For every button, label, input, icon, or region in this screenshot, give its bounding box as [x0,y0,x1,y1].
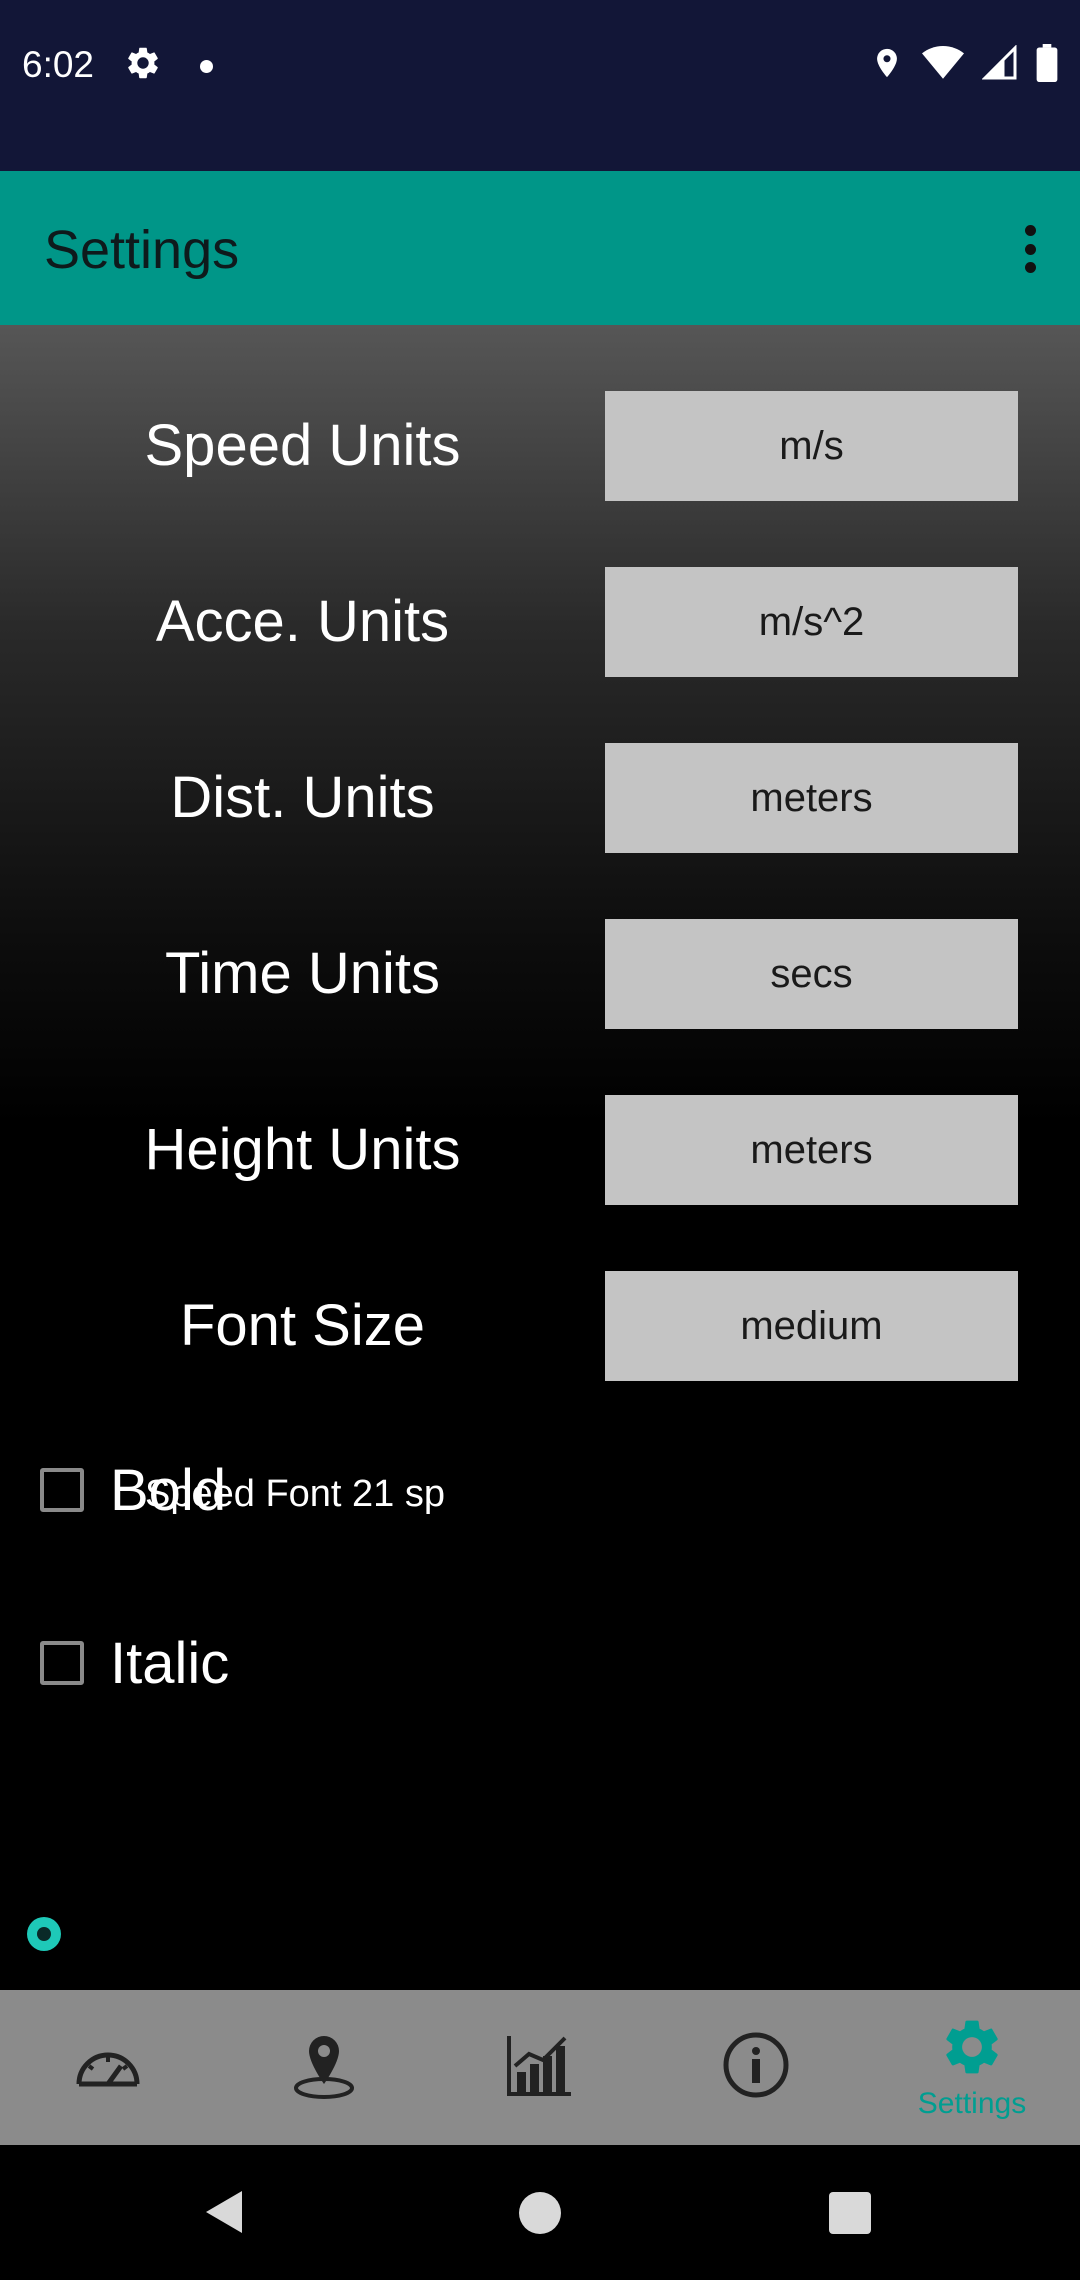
acce-units-row: Acce. Units m/s^2 [0,567,1080,677]
app-bar: Settings [0,171,1080,325]
dist-units-row: Dist. Units meters [0,743,1080,853]
height-units-label: Height Units [144,1117,461,1182]
system-nav-bar [0,2145,1080,2280]
home-icon[interactable] [519,2192,561,2234]
info-icon [722,2031,790,2104]
wifi-icon [922,45,964,86]
nav-map[interactable] [216,1990,432,2145]
nav-info[interactable] [648,1990,864,2145]
bottom-nav: Settings [0,1990,1080,2145]
nav-settings[interactable]: Settings [864,1990,1080,2145]
nav-speedometer[interactable] [0,1990,216,2145]
status-time: 6:02 [22,44,95,85]
settings-content: Speed Units m/s Acce. Units m/s^2 Dist. … [0,325,1080,1990]
time-units-label: Time Units [165,941,440,1006]
chart-icon [505,2032,575,2103]
notification-dot-icon [200,60,213,73]
gear-icon [124,44,162,87]
speed-font-slider[interactable] [27,1917,61,1951]
speedometer-icon [73,2038,143,2097]
height-units-button[interactable]: meters [605,1095,1018,1205]
gear-icon [939,2014,1005,2085]
acce-units-button[interactable]: m/s^2 [605,567,1018,677]
dist-units-label: Dist. Units [170,765,435,830]
back-icon[interactable] [202,2187,246,2242]
italic-label: Italic [110,1630,230,1696]
status-bar: 6:02 [0,0,1080,171]
map-pin-icon [291,2030,357,2105]
speed-units-button[interactable]: m/s [605,391,1018,501]
font-size-button[interactable]: medium [605,1271,1018,1381]
dist-units-button[interactable]: meters [605,743,1018,853]
overflow-menu-icon[interactable] [1010,219,1050,279]
signal-icon [981,44,1018,86]
italic-checkbox-row[interactable]: Italic [40,1623,229,1703]
nav-chart[interactable] [432,1990,648,2145]
page-title: Settings [44,220,240,280]
speed-font-label: Speed Font 21 sp [145,1473,445,1515]
speed-units-label: Speed Units [144,413,461,478]
font-size-label: Font Size [180,1293,425,1358]
bold-checkbox[interactable] [40,1468,84,1512]
height-units-row: Height Units meters [0,1095,1080,1205]
speed-units-row: Speed Units m/s [0,391,1080,501]
acce-units-label: Acce. Units [155,589,450,654]
nav-settings-label: Settings [917,2087,1027,2120]
time-units-button[interactable]: secs [605,919,1018,1029]
italic-checkbox[interactable] [40,1641,84,1685]
recent-apps-icon[interactable] [829,2192,871,2234]
status-icons [870,44,1058,87]
location-icon [870,44,904,87]
time-units-row: Time Units secs [0,919,1080,1029]
battery-icon [1036,44,1058,87]
font-size-row: Font Size medium [0,1271,1080,1381]
